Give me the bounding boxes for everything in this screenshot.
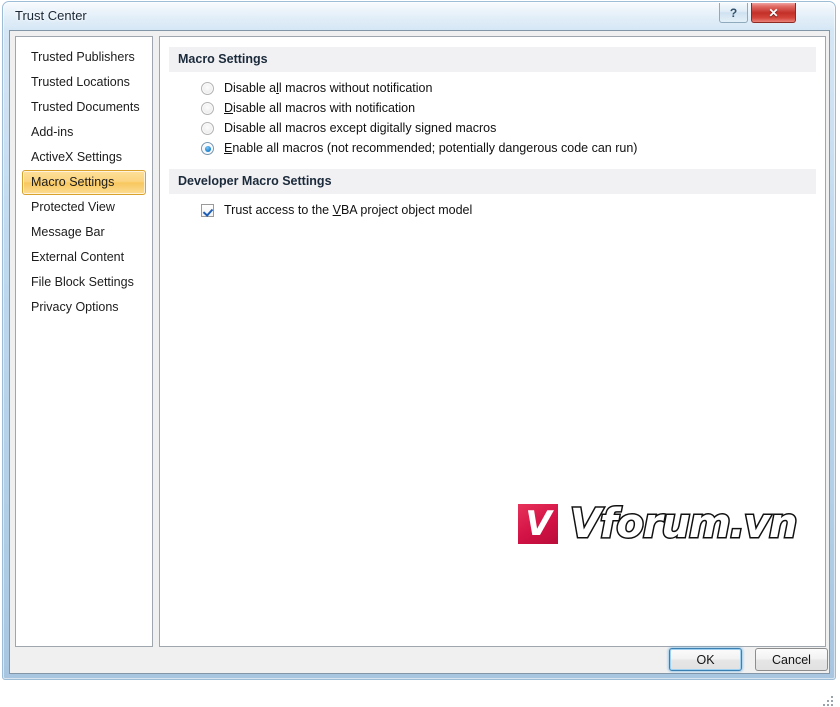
radio-button-icon[interactable] xyxy=(201,82,214,95)
sidebar-item-activex-settings[interactable]: ActiveX Settings xyxy=(22,145,146,170)
settings-content-panel: Macro Settings Disable all macros withou… xyxy=(159,36,826,647)
sidebar-item-file-block-settings[interactable]: File Block Settings xyxy=(22,270,146,295)
macro-option-row[interactable]: Disable all macros except digitally sign… xyxy=(201,121,825,135)
window-title: Trust Center xyxy=(15,8,87,23)
sidebar-item-external-content[interactable]: External Content xyxy=(22,245,146,270)
option-label: Disable all macros with notification xyxy=(224,101,416,115)
dialog-client-area: Trusted Publishers Trusted Locations Trust… xyxy=(9,30,833,706)
sidebar-item-trusted-locations[interactable]: Trusted Locations xyxy=(22,70,146,95)
option-label: Disable all macros without notification xyxy=(224,81,433,95)
category-sidebar[interactable]: Trusted Publishers Trusted Locations Trust… xyxy=(15,36,153,647)
sidebar-item-label: Macro Settings xyxy=(31,175,115,189)
option-label: Disable all macros except digitally sign… xyxy=(224,121,497,135)
developer-macro-settings-header: Developer Macro Settings xyxy=(169,169,816,194)
sidebar-item-label: Add-ins xyxy=(31,125,74,139)
sidebar-item-privacy-options[interactable]: Privacy Options xyxy=(22,295,146,320)
radio-button-icon[interactable] xyxy=(201,142,214,155)
macro-option-row[interactable]: Enable all macros (not recommended; pote… xyxy=(201,141,825,155)
vforum-watermark: V Vforum.vn xyxy=(517,501,799,547)
radio-button-icon[interactable] xyxy=(201,102,214,115)
macro-option-row[interactable]: Disable all macros with notification xyxy=(201,101,825,115)
sidebar-item-add-ins[interactable]: Add-ins xyxy=(22,120,146,145)
vforum-logo-letter: V xyxy=(525,504,551,544)
sidebar-item-message-bar[interactable]: Message Bar xyxy=(22,220,146,245)
sidebar-item-label: Message Bar xyxy=(31,225,105,239)
trust-center-dialog: Trust Center ? ✕ Trusted Publishers Trust… xyxy=(0,0,840,706)
help-button[interactable]: ? xyxy=(719,3,748,23)
vforum-logo-mark: V xyxy=(517,503,559,545)
close-button[interactable]: ✕ xyxy=(751,3,796,23)
ok-button[interactable]: OK xyxy=(669,648,742,671)
sidebar-item-label: Trusted Publishers xyxy=(31,50,135,64)
developer-macro-settings-group[interactable]: Trust access to the VBA project object m… xyxy=(201,203,825,217)
macro-settings-header: Macro Settings xyxy=(169,47,816,72)
sidebar-item-label: Trusted Locations xyxy=(31,75,130,89)
sidebar-item-macro-settings[interactable]: Macro Settings xyxy=(22,170,146,195)
macro-option-row[interactable]: Disable all macros without notification xyxy=(201,81,825,95)
option-label: Enable all macros (not recommended; pote… xyxy=(224,141,638,155)
checkbox-icon[interactable] xyxy=(201,204,214,217)
cancel-button[interactable]: Cancel xyxy=(755,648,828,671)
resize-grip[interactable] xyxy=(822,693,836,707)
sidebar-item-label: Protected View xyxy=(31,200,115,214)
sidebar-item-label: File Block Settings xyxy=(31,275,134,289)
radio-button-icon[interactable] xyxy=(201,122,214,135)
sidebar-item-label: Trusted Documents xyxy=(31,100,140,114)
title-bar[interactable]: Trust Center ? ✕ xyxy=(3,2,835,30)
vforum-logo-text: Vforum.vn xyxy=(568,501,798,547)
macro-settings-radio-group[interactable]: Disable all macros without notification D… xyxy=(201,81,825,155)
sidebar-item-label: Privacy Options xyxy=(31,300,119,314)
sidebar-item-label: ActiveX Settings xyxy=(31,150,123,164)
sidebar-item-protected-view[interactable]: Protected View xyxy=(22,195,146,220)
trust-vba-access-row[interactable]: Trust access to the VBA project object m… xyxy=(201,203,825,217)
sidebar-item-trusted-publishers[interactable]: Trusted Publishers xyxy=(22,45,146,70)
sidebar-item-label: External Content xyxy=(31,250,125,264)
option-label: Trust access to the VBA project object m… xyxy=(224,203,473,217)
sidebar-item-trusted-documents[interactable]: Trusted Documents xyxy=(22,95,146,120)
